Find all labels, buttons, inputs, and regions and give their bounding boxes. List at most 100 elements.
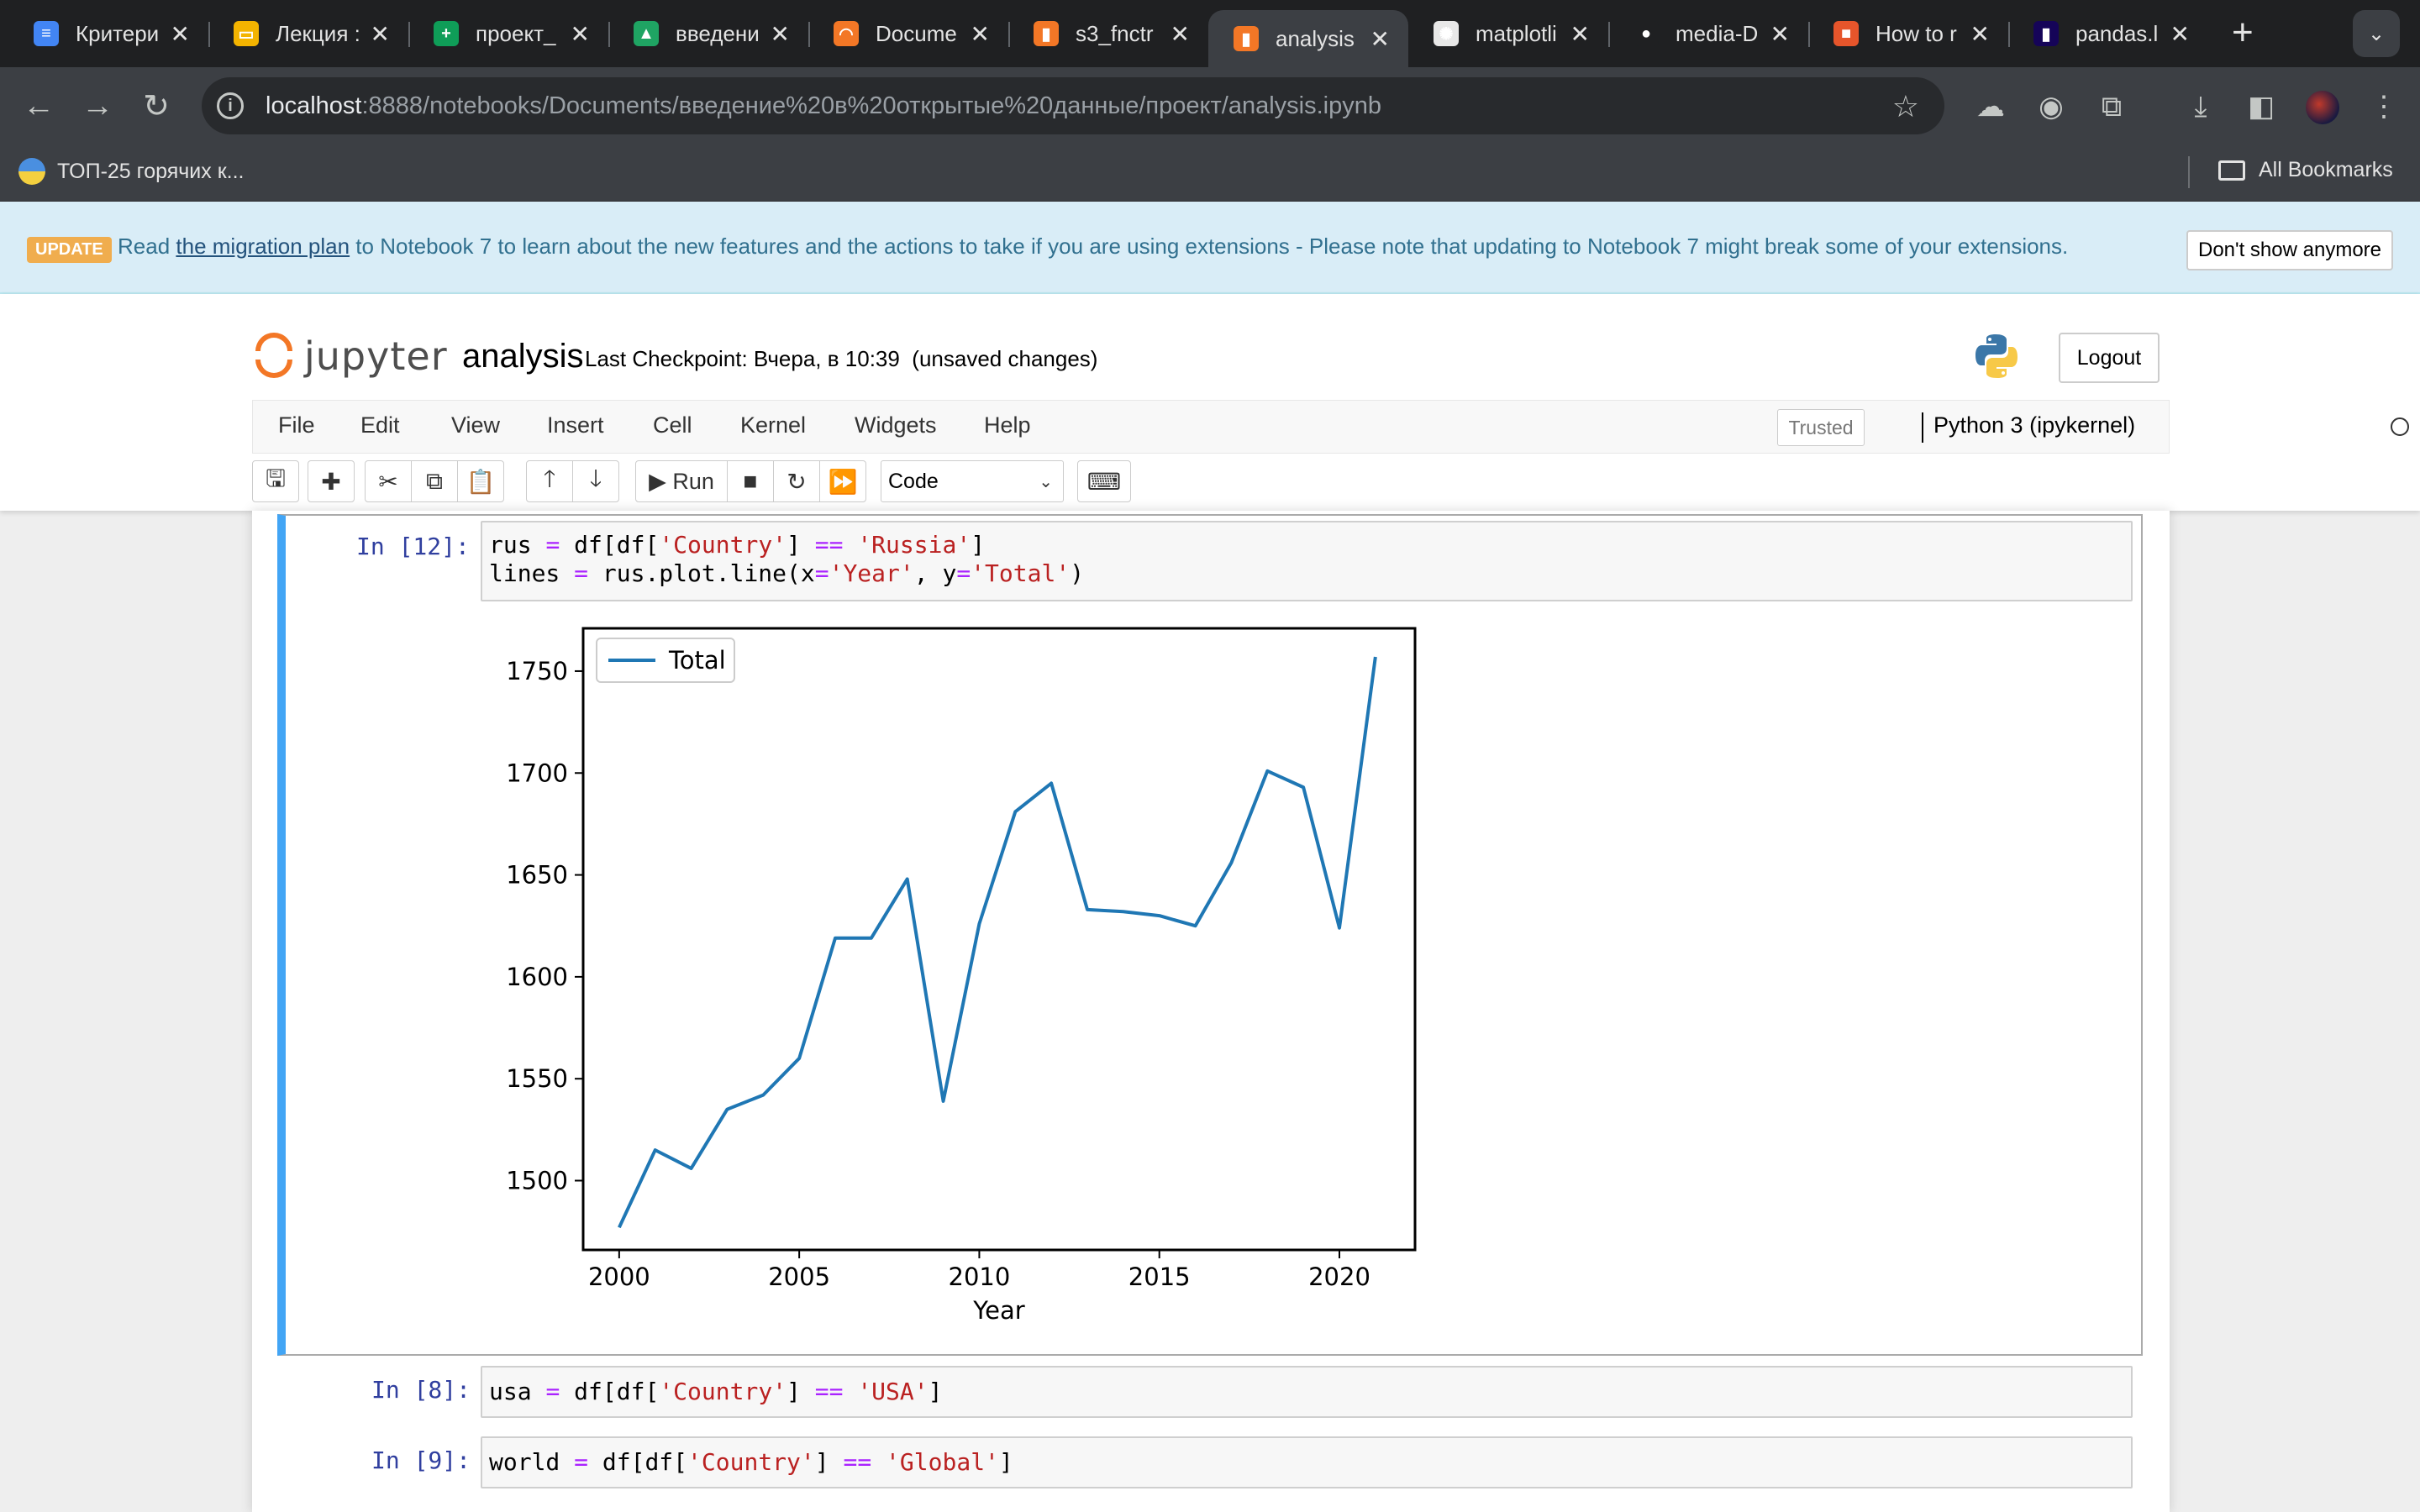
update-banner: UPDATE Read the migration plan to Notebo… [0,202,2420,294]
kernel-name[interactable]: Python 3 (ipykernel) [1933,412,2135,438]
paste-icon[interactable]: 📋 [457,460,504,502]
tab-favicon-icon: ✺ [1434,21,1459,46]
banner-message: Read the migration plan to Notebook 7 to… [118,234,2069,259]
side-panel-icon[interactable]: ◧ [2242,87,2281,126]
restart-icon[interactable]: ↻ [773,460,820,502]
tab-10[interactable]: ▮ pandas.l ✕ [2008,8,2208,59]
jupyter-logo-icon [255,331,294,381]
run-label: Run [672,468,714,494]
tab-close-icon[interactable]: ✕ [771,20,790,48]
tab-favicon-icon: ◠ [834,21,859,46]
site-info-icon[interactable]: i [217,92,244,119]
notebook-name[interactable]: analysis [462,338,584,375]
bookmark-star-icon[interactable]: ☆ [1892,89,1919,124]
save-icon[interactable]: 🖫 [252,460,299,502]
menu-cell[interactable]: Cell [653,412,692,438]
restart-run-all-icon[interactable]: ⏩ [819,460,866,502]
menu-help[interactable]: Help [984,412,1031,438]
tab-title: pandas.l [2075,20,2159,46]
logout-button[interactable]: Logout [2059,333,2160,383]
menu-widgets[interactable]: Widgets [855,412,937,438]
move-up-icon[interactable]: 🡑 [526,460,573,502]
insert-cell-icon[interactable]: ✚ [308,460,355,502]
reload-icon[interactable]: ↻ [134,84,178,128]
tab-1[interactable]: ▭ Лекция : ✕ [208,8,408,59]
incognito-extension-icon[interactable]: ☁ [1971,87,2010,126]
puzzle-extensions-icon[interactable]: ⧉ [2092,87,2131,126]
copy-icon[interactable]: ⧉ [411,460,458,502]
tab-close-icon[interactable]: ✕ [371,20,390,48]
bookmark-item[interactable]: ТОП-25 горячих к... [18,158,245,185]
run-button[interactable]: ▶ Run [635,460,728,502]
menu-kernel[interactable]: Kernel [740,412,806,438]
cell-prompt: In [12]: [356,533,470,560]
back-icon[interactable]: ← [17,84,60,128]
tab-6[interactable]: ▮ analysis ✕ [1208,10,1408,67]
tab-0[interactable]: ≡ Критери ✕ [8,8,208,59]
cell-type-select[interactable]: Code ⌄ [881,460,1064,502]
tab-2[interactable]: + проект_ ✕ [408,8,608,59]
all-bookmarks-button[interactable]: All Bookmarks [2218,158,2393,182]
download-icon[interactable]: ⤓ [2181,87,2220,126]
jupyter-logo[interactable]: jupyter [255,331,448,381]
tab-close-icon[interactable]: ✕ [2170,20,2190,48]
tab-close-icon[interactable]: ✕ [971,20,990,48]
cell-type-value: Code [888,469,939,493]
forward-icon[interactable]: → [76,84,119,128]
tab-3[interactable]: ▲ введени ✕ [608,8,808,59]
profile-avatar[interactable] [2306,91,2339,124]
url-text[interactable]: localhost:8888/notebooks/Documents/введе… [266,92,1381,120]
menu-view[interactable]: View [451,412,500,438]
migration-plan-link[interactable]: the migration plan [176,234,350,259]
tab-close-icon[interactable]: ✕ [1970,20,1990,48]
tab-close-icon[interactable]: ✕ [171,20,190,48]
tab-favicon-icon: ▭ [234,21,259,46]
tab-favicon-icon: ● [1634,21,1659,46]
move-down-icon[interactable]: 🡓 [572,460,619,502]
menu-file[interactable]: File [278,412,315,438]
tab-favicon-icon: + [434,21,459,46]
kernel-status-icon [2391,417,2409,436]
dont-show-anymore-button[interactable]: Don't show anymore [2186,230,2393,270]
extension-icon[interactable]: ◉ [2032,87,2070,126]
tab-close-icon[interactable]: ✕ [1770,20,1790,48]
tab-search-button[interactable]: ⌄ [2353,10,2400,57]
edit-group: ✂ ⧉ 📋 [365,460,504,502]
menu-edit[interactable]: Edit [360,412,400,438]
tab-title: проект_ [476,20,556,46]
x-tick-label: 2005 [768,1263,830,1291]
code-line: usa = df[df['Country'] == 'USA'] [489,1378,943,1405]
code-input[interactable]: rus = df[df['Country'] == 'Russia'] lines… [481,521,2133,601]
interrupt-icon[interactable]: ■ [727,460,774,502]
tab-9[interactable]: ■ How to r ✕ [1808,8,2008,59]
tab-close-icon[interactable]: ✕ [571,20,590,48]
x-tick-label: 2010 [949,1263,1011,1291]
tab-5[interactable]: ▮ s3_fnctr ✕ [1008,8,1208,59]
emoji-favicon-icon [18,158,45,185]
tab-4[interactable]: ◠ Docume ✕ [808,8,1008,59]
tab-close-icon[interactable]: ✕ [1370,25,1390,53]
x-tick-label: 2015 [1128,1263,1191,1291]
menu-insert[interactable]: Insert [547,412,604,438]
tab-title: s3_fnctr [1076,20,1154,46]
trusted-indicator[interactable]: Trusted [1777,409,1865,446]
cell-prompt: In [9]: [371,1446,471,1474]
line-chart: 1500 1550 1600 1650 1700 1750 2000 2005 2010 2015… [471,613,1462,1327]
tab-favicon-icon: ■ [1833,21,1859,46]
x-tick-label: 2000 [588,1263,650,1291]
folder-icon [2218,160,2245,181]
tab-7[interactable]: ✺ matplotli ✕ [1408,8,1608,59]
cut-icon[interactable]: ✂ [365,460,412,502]
kernel-divider [1922,412,1923,443]
tab-close-icon[interactable]: ✕ [1570,20,1590,48]
menu-kebab-icon[interactable]: ⋮ [2365,87,2403,126]
tab-close-icon[interactable]: ✕ [1171,20,1190,48]
new-tab-button[interactable]: + [2232,12,2254,54]
bookmarks-bar: ТОП-25 горячих к... All Bookmarks [0,144,2420,202]
code-input[interactable]: usa = df[df['Country'] == 'USA'] [481,1366,2133,1418]
tab-8[interactable]: ● media-D ✕ [1608,8,1808,59]
code-line: lines = rus.plot.line(x='Year', y='Total… [489,559,1085,587]
code-input[interactable]: world = df[df['Country'] == 'Global'] [481,1436,2133,1488]
keyboard-icon[interactable]: ⌨ [1077,460,1131,502]
address-bar[interactable]: i localhost:8888/notebooks/Documents/вве… [202,77,1944,134]
